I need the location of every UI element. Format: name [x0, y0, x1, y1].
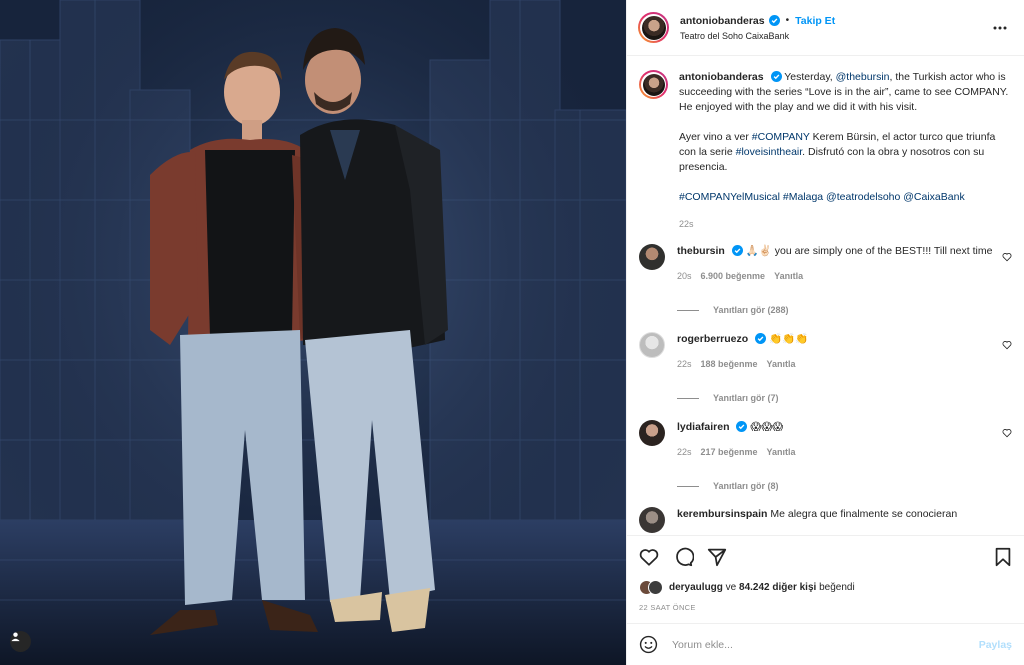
comment-time[interactable]: 22s	[677, 447, 692, 457]
caption-text: Yesterday,	[784, 71, 836, 83]
comment-text: 👏👏👏	[769, 333, 809, 345]
bookmark-icon[interactable]	[992, 546, 1014, 568]
action-bar	[627, 535, 1024, 577]
likes-count[interactable]: 84.242 diğer kişi	[739, 582, 816, 593]
reply-button[interactable]: Yanıtla	[767, 447, 796, 457]
liker-avatar	[648, 579, 663, 595]
author-username[interactable]: antoniobanderas	[680, 15, 765, 27]
comment-likes[interactable]: 188 beğenme	[701, 359, 758, 369]
more-horizontal-icon[interactable]	[988, 16, 1012, 40]
heart-icon[interactable]	[638, 546, 660, 568]
post-photo[interactable]	[0, 0, 626, 665]
comment-like-heart-icon[interactable]	[1002, 428, 1012, 438]
post-location[interactable]: Teatro del Soho CaixaBank	[680, 31, 988, 41]
likes-suffix: beğendi	[816, 581, 855, 593]
caption-time[interactable]: 22s	[679, 219, 694, 229]
view-replies-button[interactable]: Yanıtları gör (8)	[677, 481, 1012, 491]
photo-illustration	[0, 0, 626, 665]
comment-text: Me alegra que finalmente se conocieran	[770, 508, 958, 520]
post-header: antoniobanderas • Takip Et Teatro del So…	[627, 0, 1024, 56]
reply-button[interactable]: Yanıtla	[774, 271, 803, 281]
caption-avatar[interactable]	[639, 70, 668, 99]
post-side-panel: antoniobanderas • Takip Et Teatro del So…	[626, 0, 1024, 665]
comment-input[interactable]	[672, 638, 979, 651]
comment-like-heart-icon[interactable]	[1002, 252, 1012, 262]
caption-username[interactable]: antoniobanderas	[679, 71, 764, 83]
caption: antoniobanderas Yesterday, @thebursin, t…	[639, 70, 1012, 232]
comment-username[interactable]: rogerberruezo	[677, 333, 748, 345]
comment-username[interactable]: thebursin	[677, 245, 725, 257]
replies-divider	[677, 485, 699, 487]
verified-badge-icon	[731, 245, 743, 256]
comment-likes[interactable]: 6.900 beğenme	[701, 271, 766, 281]
view-replies-label: Yanıtları gör (8)	[713, 481, 779, 491]
view-replies-button[interactable]: Yanıtları gör (7)	[677, 393, 1012, 403]
reply-button[interactable]: Yanıtla	[767, 359, 796, 369]
comment-avatar[interactable]	[639, 420, 665, 446]
comment-time[interactable]: 22s	[677, 359, 692, 369]
comment-item: lydiafairen 😱😱😱 22s 217 beğenme Yanıtla Ya…	[639, 420, 1012, 491]
verified-badge-icon	[736, 421, 748, 432]
likes-conjunction: ve	[722, 581, 740, 593]
emoji-icon[interactable]	[639, 635, 658, 654]
liker-avatars[interactable]	[639, 579, 663, 595]
comment-item: kerembursinspain Me alegra que finalment…	[639, 507, 1012, 533]
comment-username[interactable]: lydiafairen	[677, 421, 730, 433]
view-replies-label: Yanıtları gör (7)	[713, 393, 779, 403]
separator-dot: •	[785, 15, 790, 26]
share-icon[interactable]	[706, 546, 728, 568]
comment-avatar[interactable]	[639, 244, 665, 270]
comment-item: thebursin 🙏🏻✌🏻 you are simply one of the…	[639, 244, 1012, 315]
post-comment-button[interactable]: Paylaş	[979, 639, 1012, 651]
comment-text: 😱😱😱	[750, 421, 784, 433]
instagram-post-modal: antoniobanderas • Takip Et Teatro del So…	[0, 0, 1024, 665]
comments-list[interactable]: antoniobanderas Yesterday, @thebursin, t…	[627, 56, 1024, 535]
view-replies-label: Yanıtları gör (288)	[713, 305, 789, 315]
author-avatar[interactable]	[638, 12, 669, 43]
liker-username[interactable]: deryaulugg	[669, 582, 723, 593]
comment-time[interactable]: 20s	[677, 271, 692, 281]
follow-button[interactable]: Takip Et	[795, 15, 835, 27]
replies-divider	[677, 309, 699, 311]
mention-link[interactable]: @thebursin	[836, 71, 890, 83]
comment-likes[interactable]: 217 beğenme	[701, 447, 758, 457]
user-tag-icon[interactable]	[10, 631, 31, 652]
comment-avatar[interactable]	[639, 332, 665, 358]
replies-divider	[677, 397, 699, 399]
view-replies-button[interactable]: Yanıtları gör (288)	[677, 305, 1012, 315]
comment-like-heart-icon[interactable]	[1002, 340, 1012, 350]
comment-text: 🙏🏻✌🏻 you are simply one of the BEST!!! T…	[745, 245, 993, 257]
likes-summary: deryaulugg ve 84.242 diğer kişi beğendi	[627, 577, 1024, 597]
comment-avatar[interactable]	[639, 507, 665, 533]
hashtag-link[interactable]: #COMPANY	[752, 131, 810, 143]
verified-badge-icon	[770, 71, 782, 82]
comment-icon[interactable]	[672, 546, 694, 568]
post-timestamp[interactable]: 22 SAAT ÖNCE	[627, 597, 1024, 623]
hashtag-link[interactable]: #loveisintheair	[736, 146, 803, 158]
comment-username[interactable]: kerembursinspain	[677, 508, 767, 520]
verified-badge-icon	[768, 15, 780, 26]
verified-badge-icon	[755, 333, 767, 344]
comment-item: rogerberruezo 👏👏👏 22s 188 beğenme Yanıtla …	[639, 332, 1012, 403]
caption-tags[interactable]: #COMPANYelMusical #Malaga @teatrodelsoho…	[679, 191, 965, 203]
add-comment-bar: Paylaş	[627, 623, 1024, 665]
caption-text: Ayer vino a ver	[679, 131, 752, 143]
